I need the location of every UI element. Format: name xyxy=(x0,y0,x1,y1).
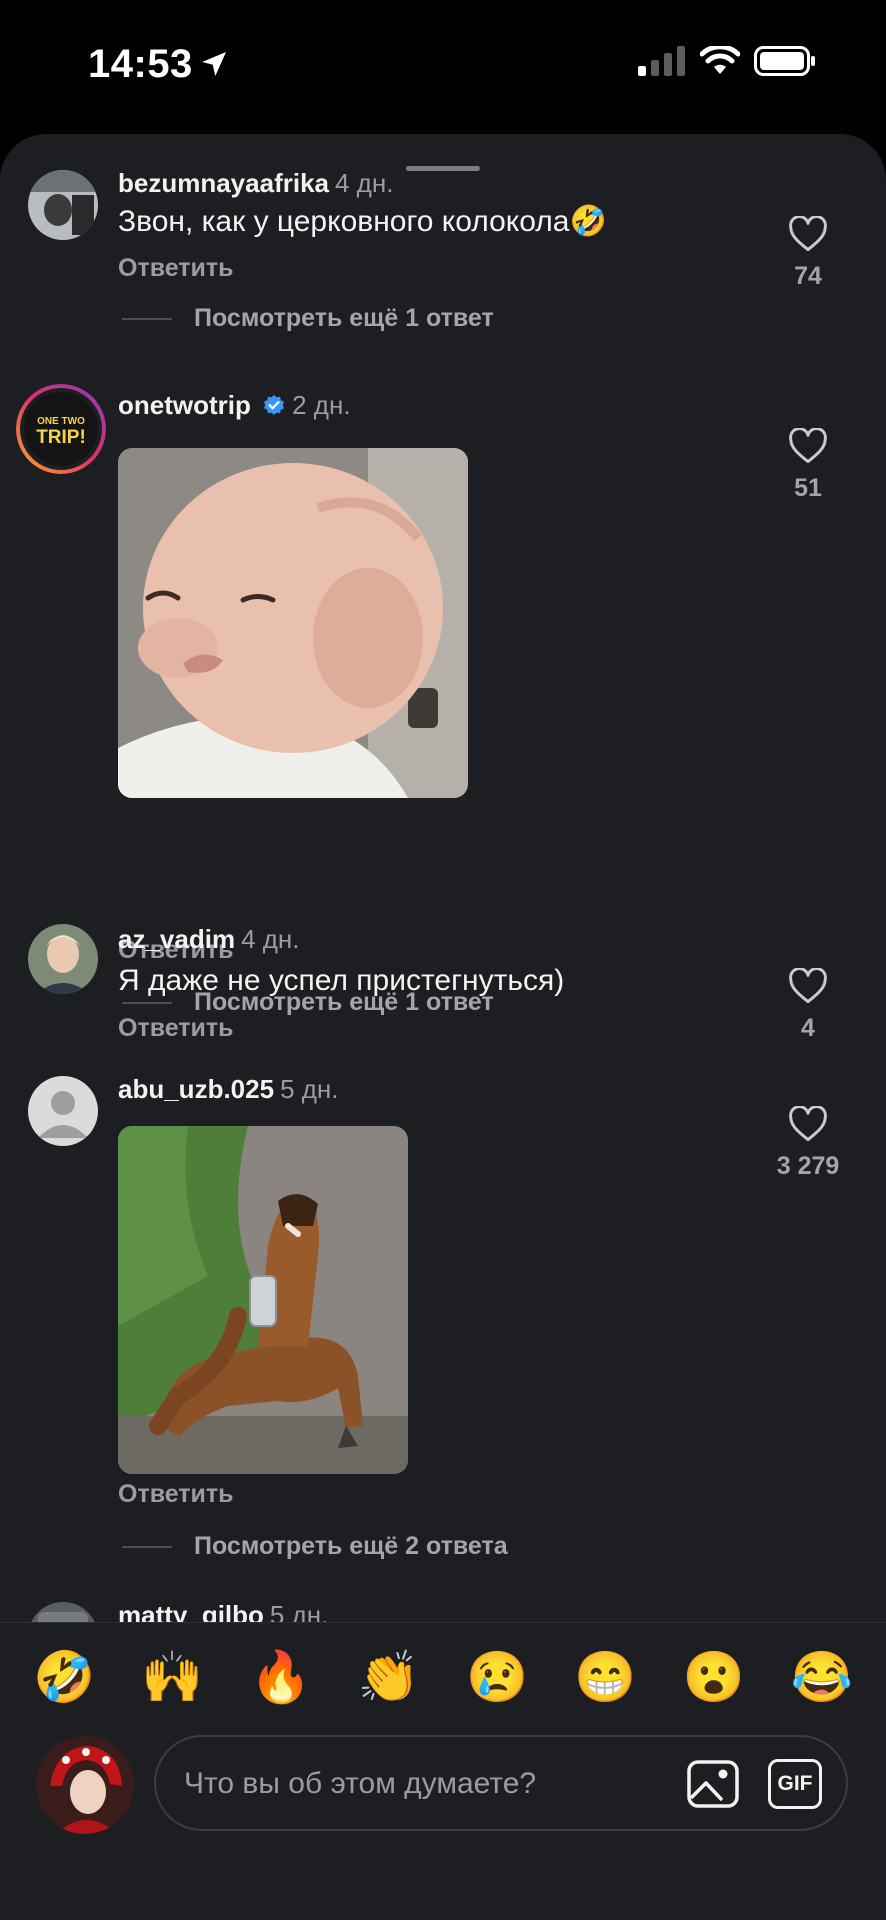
reply-button[interactable]: Ответить xyxy=(118,1014,234,1043)
username-text[interactable]: onetwotrip xyxy=(118,390,251,420)
gif-picker-button[interactable]: GIF xyxy=(768,1759,822,1809)
comment-input-box[interactable]: GIF xyxy=(154,1735,848,1831)
view-more-replies-label: Посмотреть ещё 1 ответ xyxy=(194,304,494,332)
emoji-clap-button[interactable]: 👏 xyxy=(358,1652,420,1702)
emoji-fire-button[interactable]: 🔥 xyxy=(249,1652,311,1702)
comment-age: 5 дн. xyxy=(280,1074,339,1104)
like-button[interactable]: 4 xyxy=(758,968,858,1043)
avatar-image xyxy=(36,1736,134,1834)
emoji-grin-button[interactable]: 😁 xyxy=(574,1652,636,1702)
avatar[interactable] xyxy=(28,170,98,240)
like-button[interactable]: 3 279 xyxy=(758,1106,858,1181)
like-count: 74 xyxy=(794,262,822,290)
horse-image xyxy=(118,1126,408,1474)
username-text[interactable]: bezumnayaafrika xyxy=(118,168,329,198)
current-user-avatar[interactable] xyxy=(36,1736,134,1834)
heart-icon xyxy=(789,428,827,464)
view-more-replies-label: Посмотреть ещё 2 ответа xyxy=(194,1532,508,1560)
emoji-raised-hands-button[interactable]: 🙌 xyxy=(141,1652,203,1702)
comments-sheet[interactable]: bezumnayaafrika 4 дн. Звон, как у церковн… xyxy=(0,134,886,1920)
status-time: 14:53 xyxy=(88,42,193,86)
svg-text:TRIP!: TRIP! xyxy=(36,427,86,448)
like-count: 3 279 xyxy=(776,1152,840,1180)
avatar[interactable] xyxy=(28,924,98,994)
emoji-tears-of-joy-button[interactable]: 😂 xyxy=(791,1652,853,1702)
username-text[interactable]: az_vadim xyxy=(118,924,235,954)
divider xyxy=(122,1545,172,1548)
emoji-quick-bar: 🤣 🙌 🔥 👏 😢 😁 😮 😂 xyxy=(0,1622,886,1730)
battery-icon xyxy=(754,46,815,76)
like-count: 51 xyxy=(794,474,822,502)
doll-face-gif[interactable] xyxy=(118,448,468,798)
comment-age: 4 дн. xyxy=(334,168,394,198)
wifi-icon xyxy=(700,46,740,74)
avatar-image: ONE TWO TRIP! xyxy=(16,384,106,474)
comment-composer: GIF xyxy=(0,1730,886,1920)
status-bar: 14:53 xyxy=(0,0,886,130)
location-arrow-icon xyxy=(202,52,226,76)
comment-text: Я даже не успел пристегнуться) xyxy=(118,964,565,997)
avatar-image xyxy=(28,170,98,240)
heart-icon xyxy=(789,216,827,252)
avatar-image xyxy=(28,924,98,994)
avatar[interactable]: ONE TWO TRIP! xyxy=(16,384,106,474)
heart-icon xyxy=(789,968,827,1004)
avatar[interactable] xyxy=(28,1076,98,1146)
like-button[interactable]: 51 xyxy=(758,428,858,503)
horse-with-phone-gif[interactable] xyxy=(118,1126,408,1474)
emoji-surprised-button[interactable]: 😮 xyxy=(682,1652,744,1702)
view-more-replies-button[interactable]: Посмотреть ещё 1 ответ xyxy=(122,304,494,333)
svg-text:ONE TWO: ONE TWO xyxy=(37,416,85,427)
view-more-replies-button[interactable]: Посмотреть ещё 2 ответа xyxy=(122,1532,508,1561)
like-count: 4 xyxy=(801,1014,815,1042)
username-text[interactable]: abu_uzb.025 xyxy=(118,1074,274,1104)
comment-username[interactable]: abu_uzb.025 5 дн. xyxy=(118,1074,339,1105)
image-picker-icon[interactable] xyxy=(686,1757,740,1811)
comment-username[interactable]: bezumnayaafrika 4 дн. xyxy=(118,168,393,199)
reply-button[interactable]: Ответить xyxy=(118,1480,234,1509)
sheet-grabber[interactable] xyxy=(406,166,480,171)
divider xyxy=(122,317,172,320)
comment-input[interactable] xyxy=(182,1757,626,1811)
comment-age: 2 дн. xyxy=(292,390,351,420)
comment-username[interactable]: onetwotrip 2 дн. xyxy=(118,390,351,421)
reply-button[interactable]: Ответить xyxy=(118,254,234,283)
heart-icon xyxy=(789,1106,827,1142)
default-avatar-icon xyxy=(28,1076,98,1146)
cellular-signal-icon xyxy=(638,46,685,76)
comment-text: Звон, как у церковного колокола🤣 xyxy=(118,205,607,238)
emoji-rofl-button[interactable]: 🤣 xyxy=(33,1652,95,1702)
divider xyxy=(122,1001,172,1004)
doll-face-image xyxy=(118,448,468,798)
comment-age: 4 дн. xyxy=(241,924,300,954)
emoji-crying-button[interactable]: 😢 xyxy=(466,1652,528,1702)
like-button[interactable]: 74 xyxy=(758,216,858,291)
status-indicators xyxy=(638,46,816,76)
comment-username[interactable]: az_vadim 4 дн. xyxy=(118,924,300,955)
verified-badge-icon xyxy=(264,395,285,415)
